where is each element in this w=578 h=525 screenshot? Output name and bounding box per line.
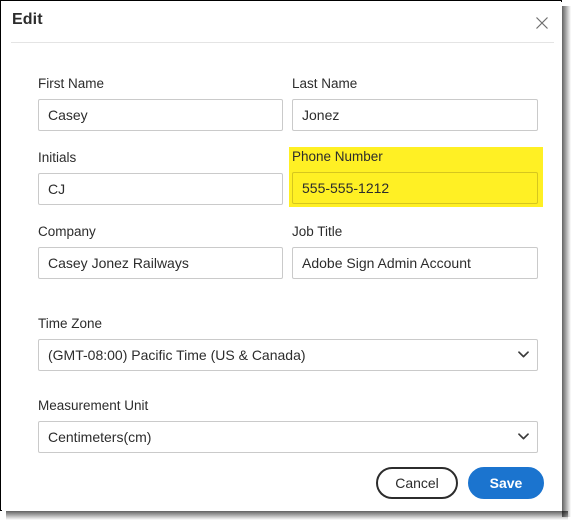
field-measurement-unit: Measurement Unit Centimeters(cm) (38, 397, 538, 453)
initials-label: Initials (38, 150, 77, 165)
dialog-header: Edit (2, 2, 562, 41)
first-name-input[interactable] (38, 99, 283, 131)
page-title: Edit (12, 11, 43, 28)
phone-number-label: Phone Number (292, 149, 383, 164)
edit-form: First Name Last Name Initials Phone Numb… (2, 43, 562, 511)
save-button[interactable]: Save (468, 467, 544, 499)
time-zone-select[interactable]: (GMT-08:00) Pacific Time (US & Canada) (38, 339, 538, 371)
phone-number-input[interactable] (292, 172, 538, 204)
last-name-label: Last Name (292, 76, 358, 91)
window-shadow-right (562, 6, 571, 517)
window-shadow-bottom (6, 511, 568, 520)
edit-dialog: Edit First Name Last Name (2, 2, 562, 511)
time-zone-label: Time Zone (38, 316, 103, 331)
dialog-button-bar: Cancel Save (2, 467, 562, 511)
company-input[interactable] (38, 247, 283, 279)
window-frame: Edit First Name Last Name (0, 0, 562, 511)
job-title-input[interactable] (292, 247, 538, 279)
field-last-name: Last Name (292, 75, 538, 131)
screenshot-root: Edit First Name Last Name (0, 0, 578, 525)
measurement-unit-label: Measurement Unit (38, 398, 149, 413)
cancel-button[interactable]: Cancel (376, 467, 458, 499)
initials-input[interactable] (38, 173, 283, 205)
job-title-label: Job Title (292, 224, 343, 239)
field-initials: Initials (38, 149, 283, 205)
time-zone-select-shell: (GMT-08:00) Pacific Time (US & Canada) (38, 339, 538, 371)
measurement-unit-select-shell: Centimeters(cm) (38, 421, 538, 453)
field-time-zone: Time Zone (GMT-08:00) Pacific Time (US &… (38, 315, 538, 371)
field-first-name: First Name (38, 75, 283, 131)
field-job-title: Job Title (292, 223, 538, 279)
field-company: Company (38, 223, 283, 279)
measurement-unit-select[interactable]: Centimeters(cm) (38, 421, 538, 453)
company-label: Company (38, 224, 96, 239)
first-name-label: First Name (38, 76, 105, 91)
field-phone-number-highlight: Phone Number (289, 147, 543, 207)
last-name-input[interactable] (292, 99, 538, 131)
close-icon[interactable] (533, 14, 551, 32)
